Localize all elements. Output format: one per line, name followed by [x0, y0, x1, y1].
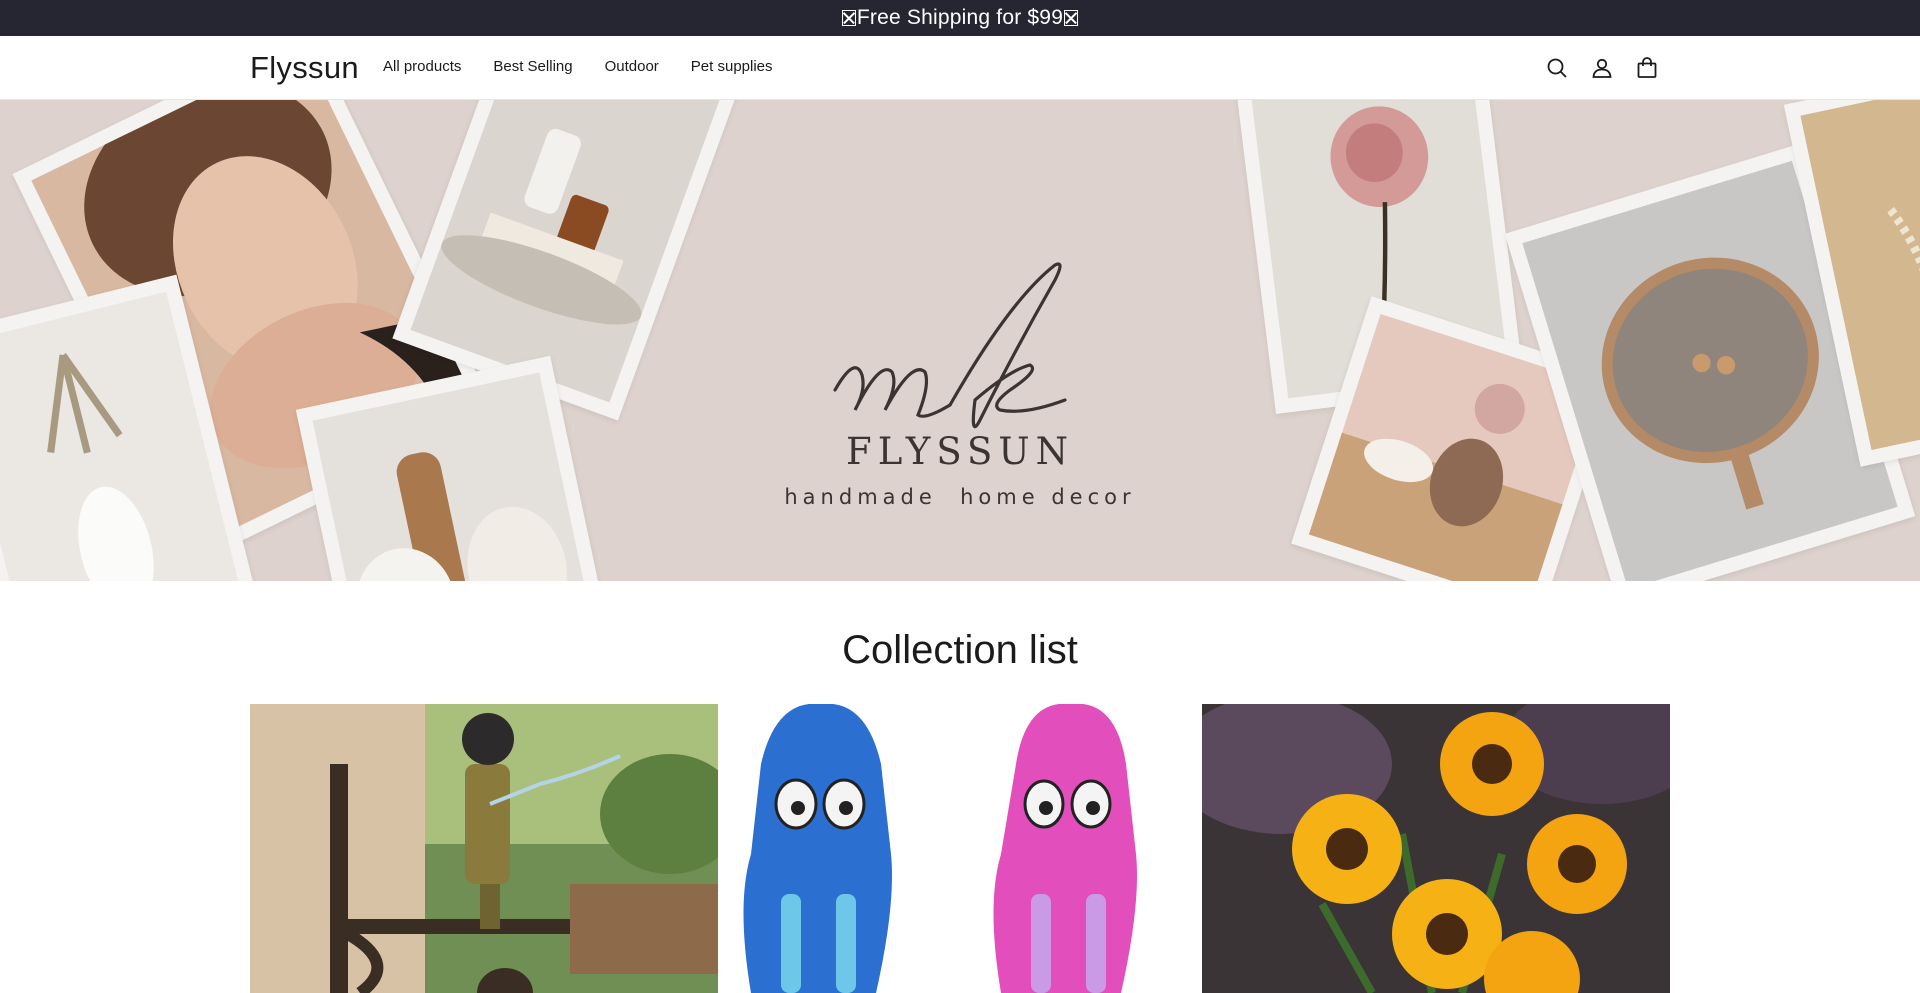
collection-card-pet-supplies[interactable]	[726, 704, 1194, 993]
site-header: Flyssun All products Best Selling Outdoo…	[0, 36, 1920, 100]
announcement-text: Free Shipping for $99	[856, 6, 1064, 29]
hero-brand-name: FLYSSUN	[846, 430, 1074, 473]
solar-sunflower-lights-image	[1202, 704, 1670, 993]
search-icon[interactable]	[1545, 56, 1569, 80]
announcement-bar: Free Shipping for $99	[0, 0, 1920, 36]
collection-card-garden-decor[interactable]	[250, 704, 718, 993]
nav-outdoor[interactable]: Outdoor	[605, 58, 659, 75]
collection-list-title: Collection list	[842, 628, 1078, 672]
octopus-plush-toys-image	[726, 704, 1194, 993]
header-icons	[1545, 56, 1659, 80]
collection-card-outdoor[interactable]	[1202, 704, 1670, 993]
nav-all-products[interactable]: All products	[383, 58, 461, 75]
nav-pet-supplies[interactable]: Pet supplies	[691, 58, 773, 75]
missing-glyph-icon	[841, 10, 856, 26]
account-icon[interactable]	[1590, 56, 1614, 80]
hero-brand-block: FLYSSUN handmade home decor	[780, 160, 1140, 560]
site-logo[interactable]: Flyssun	[250, 50, 359, 86]
hero-banner: FLYSSUN handmade home decor	[0, 100, 1920, 581]
hero-tagline: handmade home decor	[784, 485, 1136, 509]
missing-glyph-icon	[1064, 10, 1079, 26]
nav-best-selling[interactable]: Best Selling	[493, 58, 572, 75]
firefighter-statue-image	[250, 704, 718, 993]
cart-icon[interactable]	[1635, 56, 1659, 80]
main-nav: All products Best Selling Outdoor Pet su…	[383, 58, 773, 75]
